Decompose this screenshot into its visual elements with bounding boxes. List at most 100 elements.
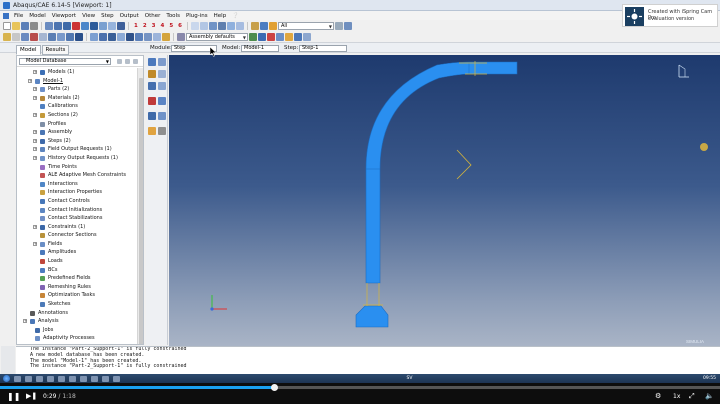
tree-expand-icon[interactable]: + xyxy=(33,112,37,117)
datum-icon[interactable] xyxy=(148,127,156,135)
tree-expand-icon[interactable]: + xyxy=(23,319,27,324)
menu-view[interactable]: View xyxy=(79,13,98,19)
pan-icon[interactable] xyxy=(45,21,53,30)
volume-icon[interactable]: 🔈 xyxy=(705,392,714,400)
add-icon[interactable] xyxy=(48,32,56,41)
tree-node[interactable]: Calibrations xyxy=(17,102,137,111)
render-wire-icon[interactable] xyxy=(217,21,226,30)
tree-node[interactable]: Interactions xyxy=(17,180,137,189)
view-button-3[interactable]: 3 xyxy=(150,23,158,29)
seek-bar[interactable] xyxy=(0,384,720,391)
partition-icon[interactable] xyxy=(158,127,166,135)
tree-node[interactable]: Sketches xyxy=(17,300,137,309)
taskbar-app-icon[interactable] xyxy=(47,375,54,382)
adaptive-mesh-icon[interactable] xyxy=(148,97,156,105)
tree-node[interactable]: + Fields xyxy=(17,240,137,249)
view-back-icon[interactable] xyxy=(108,21,116,30)
shade-icon[interactable] xyxy=(108,32,116,41)
feature-edges-icon[interactable] xyxy=(126,32,134,41)
copy-icon[interactable] xyxy=(12,32,20,41)
fill-icon[interactable] xyxy=(99,32,107,41)
tree-node[interactable]: Annotations xyxy=(17,309,137,318)
grid-icon[interactable] xyxy=(343,21,352,30)
replace-icon[interactable] xyxy=(39,32,47,41)
render-style-icon[interactable] xyxy=(90,32,98,41)
viewport-handle-icon[interactable] xyxy=(700,143,708,151)
step-combo[interactable]: Step-1 xyxy=(299,45,347,52)
menu-model[interactable]: Model xyxy=(26,13,49,19)
tree-node[interactable]: Interaction Properties xyxy=(17,188,137,197)
taskbar-app-icon[interactable] xyxy=(102,375,109,382)
rotate-icon[interactable] xyxy=(54,21,62,30)
playback-speed[interactable]: 1x xyxy=(673,393,680,400)
auto-fit-icon[interactable] xyxy=(81,21,89,30)
tree-scrollbar[interactable] xyxy=(137,68,143,344)
delete-icon[interactable] xyxy=(30,32,38,41)
history-output-manager-icon[interactable] xyxy=(158,82,166,90)
tree-node[interactable]: Loads xyxy=(17,257,137,266)
query-icon[interactable] xyxy=(250,21,259,30)
tree-node[interactable]: + Constraints (1) xyxy=(17,223,137,232)
field-output-icon[interactable] xyxy=(148,70,156,78)
tree-scrollbar-thumb[interactable] xyxy=(139,78,143,344)
tree-expand-icon[interactable]: + xyxy=(33,138,37,143)
zoom-box-icon[interactable] xyxy=(72,21,80,30)
tree-node[interactable]: + Assembly xyxy=(17,128,137,137)
display-group-combo[interactable]: Assembly defaults ▼ xyxy=(186,32,248,41)
display-options-icon[interactable] xyxy=(268,21,277,30)
view-button-6[interactable]: 6 xyxy=(176,23,184,29)
taskbar-app-icon[interactable] xyxy=(69,375,76,382)
taskbar-app-icon[interactable] xyxy=(80,375,87,382)
history-output-icon[interactable] xyxy=(148,82,156,90)
tree-node[interactable]: Remeshing Rules xyxy=(17,283,137,292)
tree-node[interactable]: Contact Controls xyxy=(17,197,137,206)
color-code-icon[interactable] xyxy=(259,21,268,30)
mesh-edges-icon[interactable] xyxy=(117,32,125,41)
tree-node[interactable]: + Models (1) xyxy=(17,68,137,77)
tree-expand-icon[interactable] xyxy=(125,59,130,64)
cycle-views-icon[interactable] xyxy=(90,21,98,30)
menu-viewport[interactable]: Viewport xyxy=(49,13,79,19)
tab-results[interactable]: Results xyxy=(41,45,70,55)
show-all-icon[interactable] xyxy=(276,32,284,41)
tree-node[interactable]: + Steps (2) xyxy=(17,137,137,146)
taskbar-app-icon[interactable] xyxy=(25,375,32,382)
menu-help[interactable]: Help xyxy=(211,13,230,19)
color-icon[interactable] xyxy=(285,32,293,41)
silhouette-icon[interactable] xyxy=(144,32,152,41)
menu-tools[interactable]: Tools xyxy=(163,13,183,19)
new-file-icon[interactable] xyxy=(3,21,11,30)
pause-icon[interactable]: ❚❚ xyxy=(7,392,20,401)
light-icon[interactable] xyxy=(162,32,170,41)
model-tree-icon[interactable] xyxy=(75,32,83,41)
tree-expand-icon[interactable]: + xyxy=(28,78,32,83)
tree-node[interactable]: Jobs xyxy=(17,326,137,335)
viewport-canvas[interactable]: SIMULIA xyxy=(169,55,720,346)
free-edges-icon[interactable] xyxy=(135,32,143,41)
tree-expand-icon[interactable]: + xyxy=(33,130,37,135)
perspective-icon[interactable] xyxy=(190,21,199,30)
view-iso-icon[interactable] xyxy=(117,21,125,30)
view-front-icon[interactable] xyxy=(99,21,107,30)
menu-other[interactable]: Other xyxy=(142,13,164,19)
tree-expand-icon[interactable]: + xyxy=(33,70,37,74)
start-button-icon[interactable] xyxy=(3,375,10,382)
menu-step[interactable]: Step xyxy=(98,13,117,19)
add-display-icon[interactable] xyxy=(258,32,266,41)
translucency-icon[interactable] xyxy=(153,32,161,41)
fullscreen-icon[interactable]: ⤢ xyxy=(689,392,695,401)
tree-node[interactable]: + Sections (2) xyxy=(17,111,137,120)
tree-expand-icon[interactable]: + xyxy=(33,147,37,152)
tree-node[interactable]: Time Points xyxy=(17,163,137,172)
model-combo[interactable]: Model-1 xyxy=(241,45,279,52)
taskbar-app-icon[interactable] xyxy=(36,375,43,382)
step-manager-icon[interactable] xyxy=(158,58,166,66)
view-button-4[interactable]: 4 xyxy=(158,23,166,29)
settings-gear-icon[interactable]: ⚙ xyxy=(655,392,661,400)
view-button-1[interactable]: 1 xyxy=(132,23,140,29)
tree-node[interactable]: Predefined Fields xyxy=(17,274,137,283)
menu-plugins[interactable]: Plug-ins xyxy=(183,13,211,19)
tree-collapse-icon[interactable] xyxy=(133,59,138,64)
solver-controls-icon[interactable] xyxy=(148,112,156,120)
magnify-icon[interactable] xyxy=(63,21,71,30)
